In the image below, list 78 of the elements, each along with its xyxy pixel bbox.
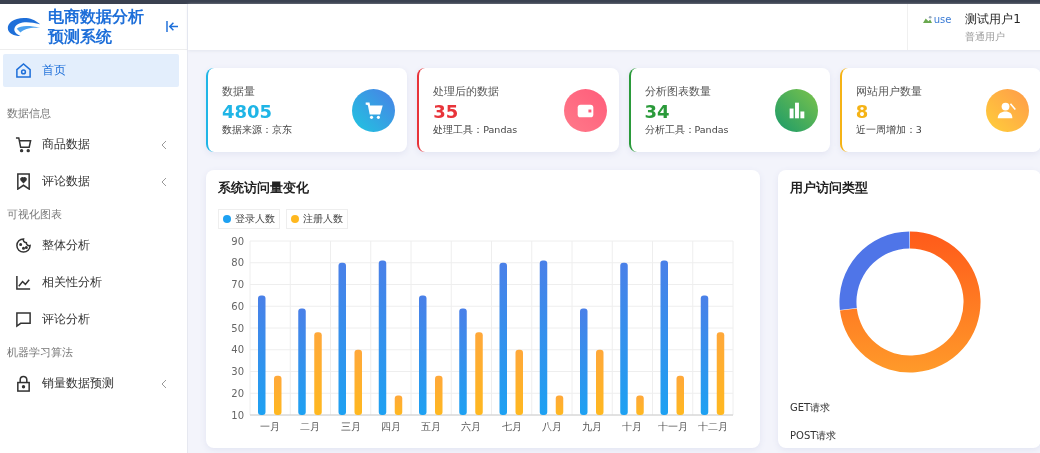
avatar-alt-text: use — [933, 14, 952, 25]
axis-tick-label: 90 — [231, 235, 244, 247]
cart-icon — [15, 136, 32, 153]
axis-category-label: 一月 — [260, 421, 281, 432]
axis-category-label: 十二月 — [697, 421, 728, 432]
line-icon — [15, 274, 32, 291]
axis-category-label: 四月 — [380, 421, 401, 432]
axis-category-label: 六月 — [461, 421, 482, 432]
stat-value: 35 — [433, 100, 460, 122]
nav-item[interactable]: 相关性分析 — [3, 266, 179, 299]
bar — [676, 375, 684, 415]
stat-value: 4805 — [222, 100, 274, 122]
axis-tick-label: 40 — [231, 344, 244, 356]
axis-category-label: 五月 — [421, 421, 442, 432]
stat-note: 近一周增加：3 — [855, 123, 922, 137]
collapse-icon[interactable] — [166, 21, 179, 32]
stat-note: 处理工具：Pandas — [433, 123, 518, 137]
section-heading: 机器学习算法 — [6, 345, 74, 360]
legend-item[interactable]: 登录人数 — [218, 209, 280, 229]
legend-item[interactable]: 注册人数 — [286, 209, 348, 229]
cart-icon — [352, 88, 396, 132]
user-icon — [986, 88, 1029, 132]
nav-item[interactable]: 销量数据预测 — [3, 367, 179, 400]
axis-category-label: 十月 — [622, 421, 643, 432]
home-icon — [15, 62, 32, 79]
axis-tick-label: 80 — [231, 257, 244, 269]
bar-chart-icon — [774, 88, 818, 132]
bar — [274, 375, 282, 415]
bar — [596, 349, 604, 415]
stat-note: 分析工具：Pandas — [644, 123, 729, 137]
stat-note: 数据来源：京东 — [222, 123, 292, 137]
app-title: 电商数据分析预测系统 — [48, 6, 145, 47]
stat-title: 处理后的数据 — [433, 83, 501, 99]
bar — [354, 349, 362, 415]
axis-category-label: 三月 — [340, 421, 361, 432]
stat-title: 分析图表数量 — [644, 83, 712, 99]
axis-category-label: 九月 — [582, 421, 603, 432]
nav-item[interactable]: 评论数据 — [3, 165, 179, 198]
chart-title: 用户访问类型 — [790, 180, 869, 197]
axis-tick-label: 20 — [231, 387, 244, 399]
nav-item[interactable]: 评论分析 — [3, 303, 179, 336]
nav-item[interactable]: 整体分析 — [3, 229, 179, 262]
bar — [555, 395, 564, 415]
axis-tick-label: 30 — [231, 366, 244, 377]
section-heading: 数据信息 — [6, 106, 52, 121]
section-heading: 可视化图表 — [6, 207, 63, 222]
broken-image-icon — [921, 15, 933, 24]
axis-tick-label: 50 — [231, 322, 244, 334]
stat-value: 8 — [855, 100, 870, 122]
legend-label: POST请求 — [790, 429, 838, 443]
wallet-icon — [563, 88, 607, 132]
bar — [515, 349, 523, 415]
chart-title: 系统访问量变化 — [218, 180, 310, 197]
legend-label: GET请求 — [790, 401, 832, 415]
bookmark-icon — [15, 173, 32, 190]
nav-item[interactable]: 商品数据 — [3, 128, 179, 161]
lock-icon — [15, 375, 32, 392]
bar — [394, 395, 403, 415]
logo-icon — [6, 15, 42, 38]
user-name[interactable]: 测试用户1 — [965, 10, 1021, 28]
comment-icon — [15, 311, 32, 328]
axis-category-label: 十一月 — [657, 421, 688, 432]
axis-category-label: 七月 — [501, 421, 522, 432]
axis-category-label: 二月 — [300, 421, 321, 432]
legend-label: 登录人数 — [235, 212, 275, 226]
nav-item[interactable]: 首页 — [3, 54, 179, 87]
legend-label: 注册人数 — [303, 212, 343, 226]
stat-value: 34 — [644, 100, 671, 122]
axis-tick-label: 10 — [231, 409, 244, 421]
axis-category-label: 八月 — [541, 421, 562, 432]
axis-tick-label: 60 — [231, 300, 244, 312]
stat-title: 网站用户数量 — [855, 83, 922, 99]
user-role: 普通用户 — [965, 30, 1007, 44]
bar — [636, 395, 644, 415]
bar — [435, 375, 443, 415]
cookie-icon — [15, 237, 32, 254]
axis-tick-label: 70 — [231, 279, 244, 290]
stat-title: 数据量 — [222, 83, 256, 99]
